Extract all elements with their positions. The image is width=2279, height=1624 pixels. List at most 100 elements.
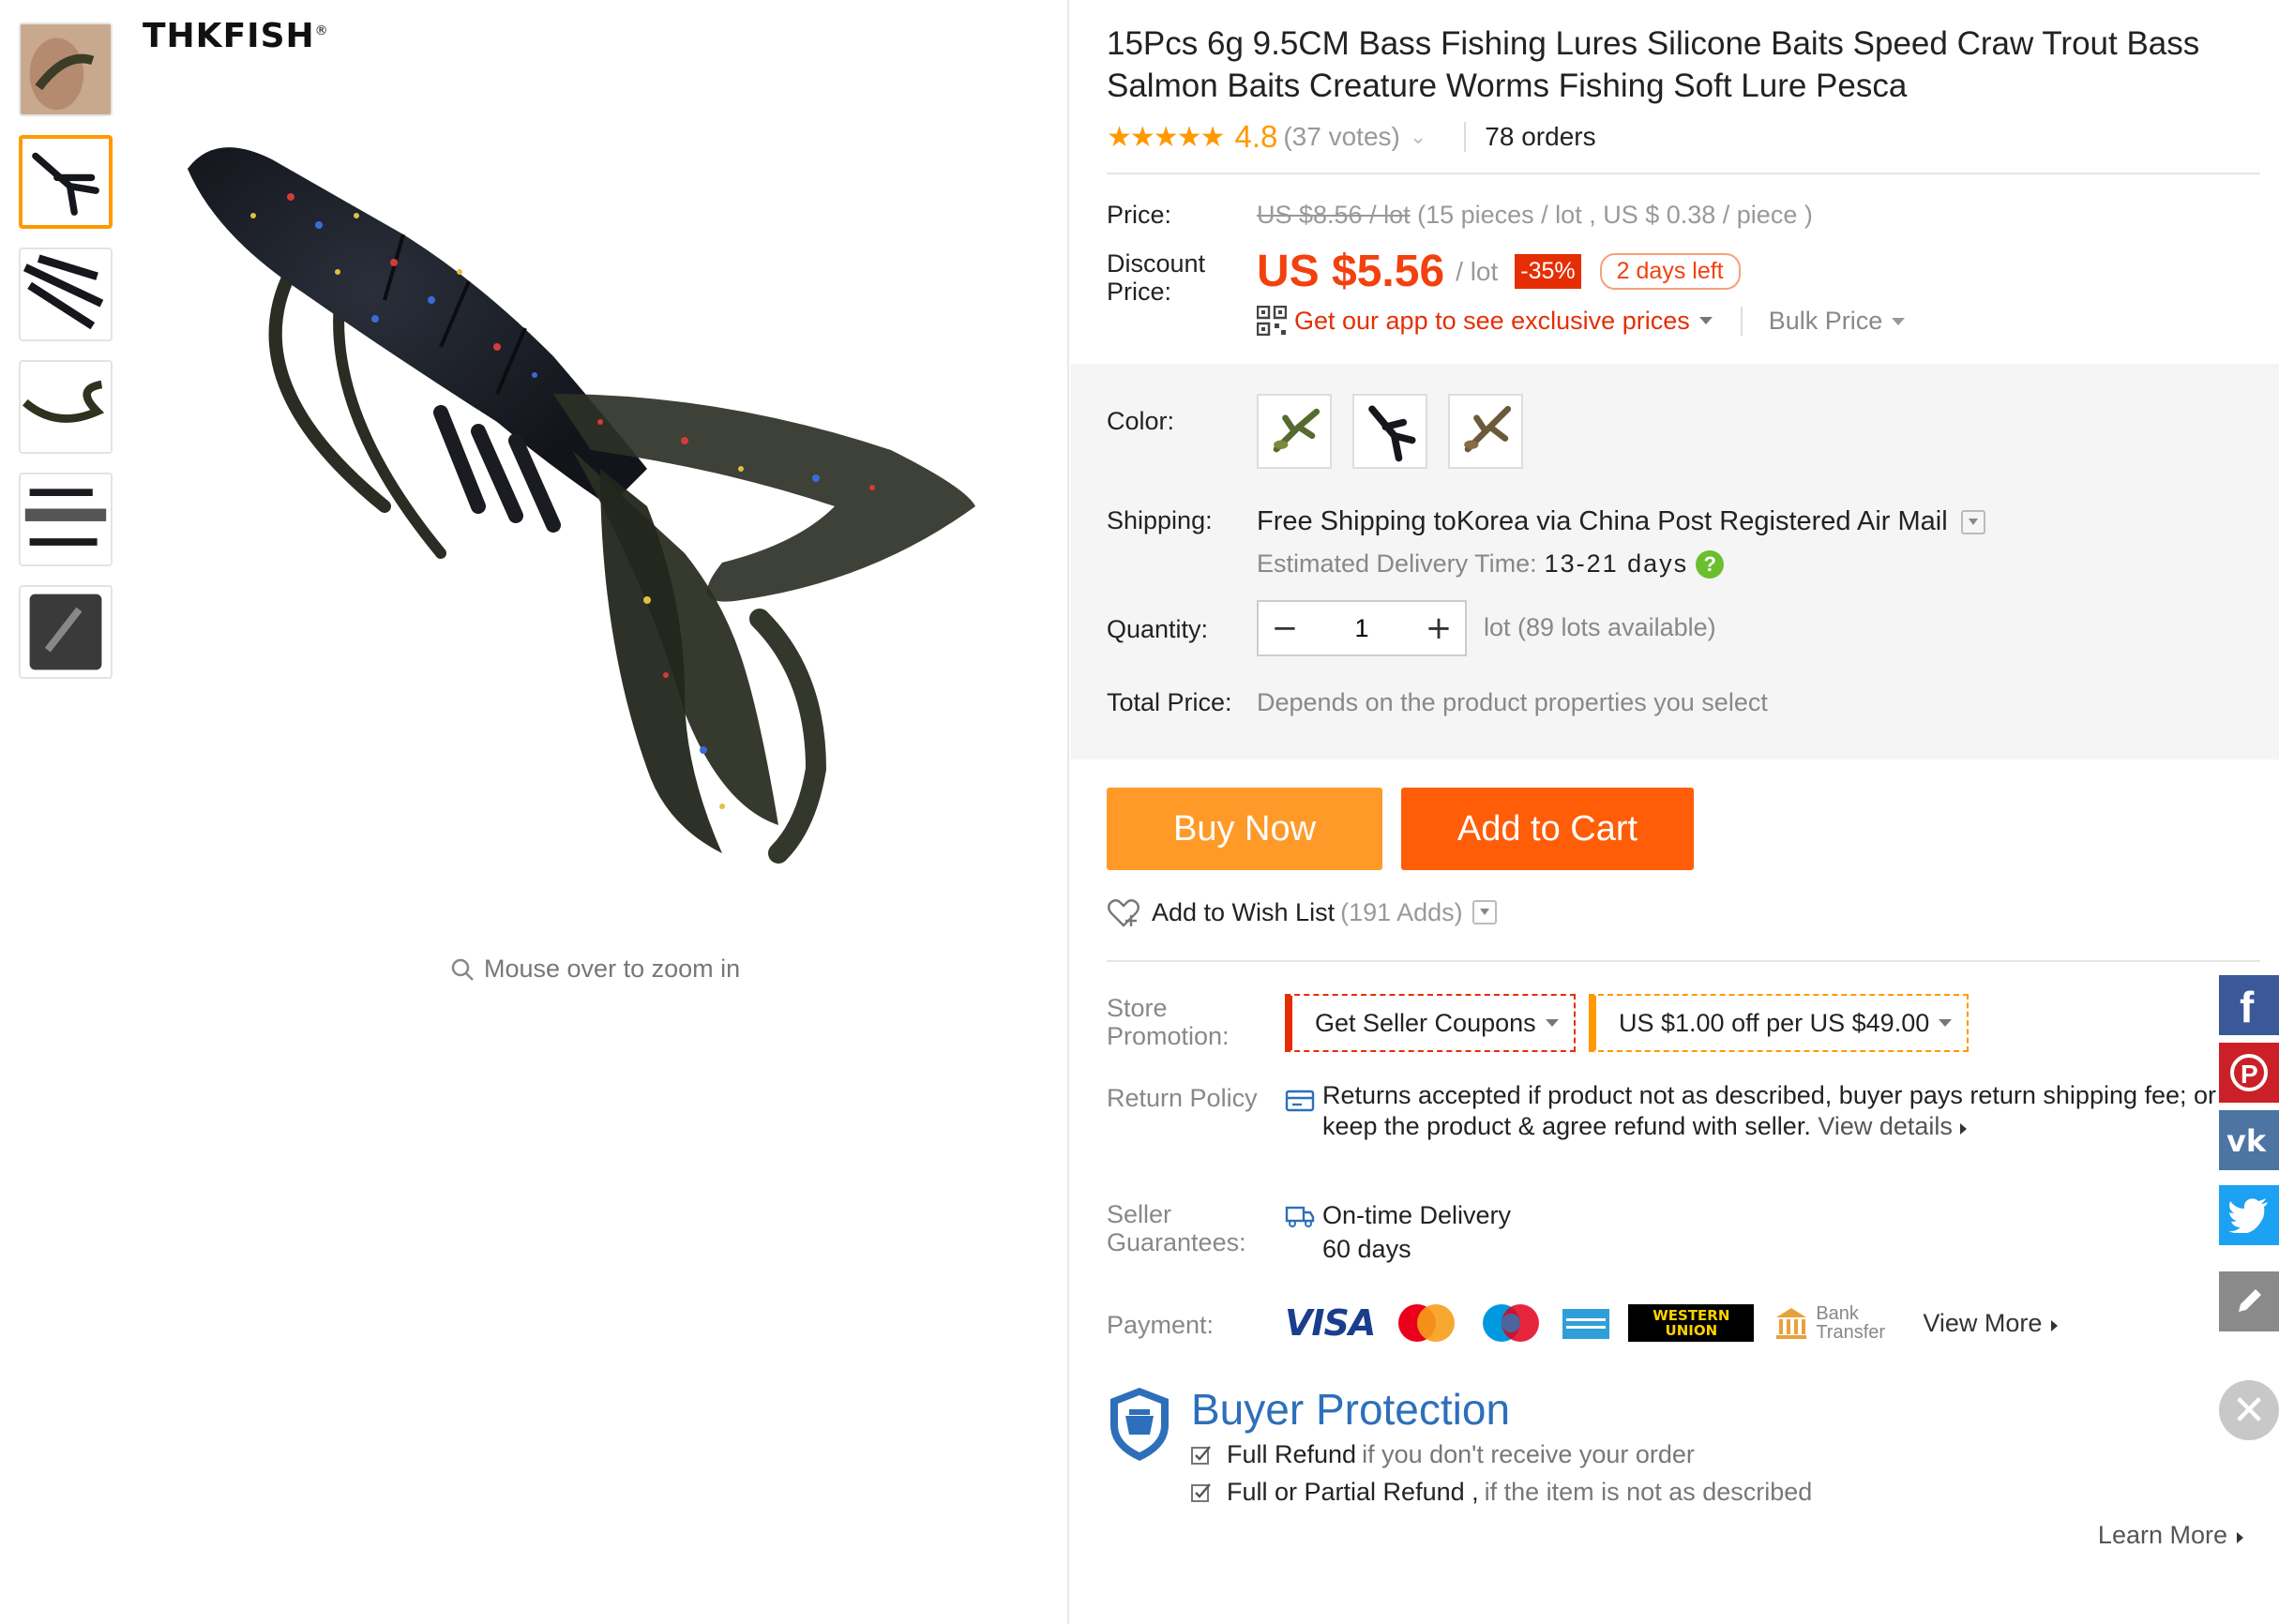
- twitter-bird-icon: [2228, 1198, 2268, 1233]
- facebook-share-button[interactable]: f: [2219, 975, 2279, 1035]
- on-time-delivery: On-time Delivery 60 days: [1322, 1198, 1511, 1266]
- divider: [1107, 960, 2260, 962]
- buyer-protection-title: Buyer Protection: [1191, 1385, 1511, 1434]
- visa-logo: VISA: [1285, 1302, 1376, 1344]
- store-discount-dropdown[interactable]: US $1.00 off per US $49.00: [1589, 994, 1970, 1052]
- amex-icon: [1562, 1309, 1610, 1339]
- svg-text:P: P: [2241, 1060, 2258, 1089]
- thumbnail-2[interactable]: [19, 135, 113, 229]
- main-product-image[interactable]: [159, 113, 1060, 900]
- on-time-delivery-title: On-time Delivery: [1322, 1201, 1512, 1229]
- total-price-label: Total Price:: [1107, 688, 1232, 716]
- color-swatch-green[interactable]: [1257, 394, 1332, 469]
- caret-down-icon[interactable]: [1698, 317, 1713, 324]
- per-lot-unit: / lot: [1456, 256, 1499, 286]
- original-price: US $8.56 / lot (15 pieces / lot , US $ 0…: [1257, 201, 1813, 230]
- western-union-logo: WESTERN UNION: [1628, 1304, 1755, 1342]
- help-icon[interactable]: ?: [1696, 549, 1725, 579]
- heart-plus-icon: [1108, 899, 1140, 927]
- total-price-note: Depends on the product properties you se…: [1257, 688, 1768, 716]
- days-left-badge: 2 days left: [1599, 253, 1741, 290]
- app-exclusive-link[interactable]: Get our app to see exclusive prices: [1294, 307, 1690, 336]
- vk-share-button[interactable]: vk: [2219, 1110, 2279, 1170]
- shipping-destination: Korea via China Post Registered Air Mail: [1456, 506, 1948, 536]
- vk-icon: vk: [2226, 1123, 2267, 1159]
- bank-transfer-logo: Bank Transfer: [1773, 1301, 1894, 1345]
- close-icon[interactable]: ✕: [2219, 1380, 2279, 1440]
- bulk-price-link[interactable]: Bulk Price: [1740, 306, 1906, 336]
- protection-item-full-refund: Full Refund if you don't receive your or…: [1191, 1440, 1695, 1469]
- discount-badge: -35%: [1515, 254, 1581, 289]
- color-swatch-black[interactable]: [1352, 394, 1427, 469]
- star-rating-icon: ★★★★★: [1107, 121, 1225, 153]
- shipping-method[interactable]: Free Shipping to Korea via China Post Re…: [1257, 506, 1985, 537]
- thumbnail-6[interactable]: [19, 585, 113, 679]
- lots-available: lot (89 lots available): [1484, 613, 1716, 641]
- caret-right-icon: [2051, 1319, 2059, 1331]
- product-title: 15Pcs 6g 9.5CM Bass Fishing Lures Silico…: [1107, 25, 2200, 104]
- caret-down-icon: [1939, 1019, 1953, 1027]
- app-price-row: Get our app to see exclusive prices Bulk…: [1257, 306, 1906, 336]
- discount-price-row: US $5.56 / lot -35% 2 days left: [1257, 246, 1741, 297]
- price-label: Price:: [1107, 201, 1172, 229]
- bank-icon: [1776, 1308, 1807, 1339]
- quantity-input[interactable]: [1311, 602, 1412, 654]
- thumbnail-5[interactable]: [19, 473, 113, 566]
- mastercard-icon: [1398, 1304, 1456, 1342]
- quantity-increase-button[interactable]: +: [1412, 602, 1465, 654]
- wish-adds-count: (191 Adds): [1340, 897, 1463, 926]
- caret-down-icon: [1545, 1019, 1559, 1027]
- pinterest-share-button[interactable]: P: [2219, 1043, 2279, 1103]
- caret-down-icon: [1892, 318, 1906, 326]
- wish-list-label: Add to Wish List: [1152, 897, 1336, 926]
- return-policy-label: Return Policy: [1107, 1084, 1258, 1112]
- svg-text:f: f: [2240, 985, 2255, 1026]
- pinterest-icon: P: [2230, 1054, 2268, 1091]
- add-to-wish-list[interactable]: Add to Wish List (191 Adds): [1107, 896, 1497, 928]
- delivery-estimate: Estimated Delivery Time: 13-21 days ?: [1257, 549, 1725, 579]
- color-swatches: [1257, 394, 1523, 469]
- orders-count: 78 orders: [1464, 122, 1596, 152]
- full-refund-rest: if you don't receive your order: [1362, 1440, 1695, 1468]
- chevron-down-icon[interactable]: [1472, 900, 1497, 925]
- edit-button[interactable]: [2219, 1271, 2279, 1331]
- thumbnail-3[interactable]: [19, 248, 113, 341]
- thumbnail-4[interactable]: [19, 360, 113, 454]
- return-policy-text: Returns accepted if product not as descr…: [1322, 1080, 2260, 1142]
- svg-text:vk: vk: [2226, 1123, 2267, 1159]
- product-gallery: THKFISH® Mouse over to zoom in: [0, 0, 1069, 1624]
- caret-right-icon: [1959, 1123, 1967, 1135]
- piece-detail: (15 pieces / lot , US $ 0.38 / piece ): [1410, 201, 1813, 229]
- view-details-link[interactable]: View details: [1818, 1112, 1967, 1140]
- shipping-label: Shipping:: [1107, 506, 1213, 534]
- caret-right-icon: [2237, 1532, 2243, 1543]
- zoom-hint: Mouse over to zoom in: [450, 955, 740, 984]
- partial-refund-strong: Full or Partial Refund ,: [1227, 1478, 1479, 1506]
- delivery-value: 13-21 days: [1544, 549, 1689, 578]
- bank-transfer-label: Bank Transfer: [1816, 1303, 1886, 1343]
- delivery-truck-icon: [1285, 1206, 1315, 1227]
- votes-count[interactable]: (37 votes): [1283, 122, 1400, 152]
- delivery-label: Estimated Delivery Time:: [1257, 549, 1537, 578]
- protection-item-partial-refund: Full or Partial Refund , if the item is …: [1191, 1478, 1812, 1507]
- color-swatch-brown[interactable]: [1448, 394, 1523, 469]
- qr-code-icon: [1257, 306, 1287, 336]
- store-promotion-label: Store Promotion:: [1107, 994, 1230, 1050]
- view-more-payment-link[interactable]: View More: [1923, 1309, 2059, 1338]
- discount-price: US $5.56: [1257, 247, 1445, 296]
- buyer-protection-shield-icon: [1110, 1388, 1169, 1461]
- magnifier-icon: [451, 958, 474, 981]
- seller-coupons-dropdown[interactable]: Get Seller Coupons: [1285, 994, 1576, 1052]
- original-price-value: US $8.56 / lot: [1257, 201, 1411, 229]
- add-to-cart-button[interactable]: Add to Cart: [1401, 788, 1694, 870]
- chevron-down-icon[interactable]: [1960, 509, 1985, 534]
- quantity-decrease-button[interactable]: −: [1259, 602, 1311, 654]
- chevron-down-icon[interactable]: ⌄: [1410, 125, 1426, 149]
- rating-row: ★★★★★ 4.8 (37 votes) ⌄ 78 orders: [1107, 116, 2260, 174]
- learn-more-link[interactable]: Learn More: [2098, 1521, 2243, 1550]
- rating-value: 4.8: [1234, 119, 1278, 154]
- payment-methods: VISA WESTERN UNION Bank Transfer View Mo…: [1285, 1301, 2059, 1345]
- thumbnail-1[interactable]: [19, 23, 113, 116]
- twitter-share-button[interactable]: [2219, 1185, 2279, 1245]
- buy-now-button[interactable]: Buy Now: [1107, 788, 1382, 870]
